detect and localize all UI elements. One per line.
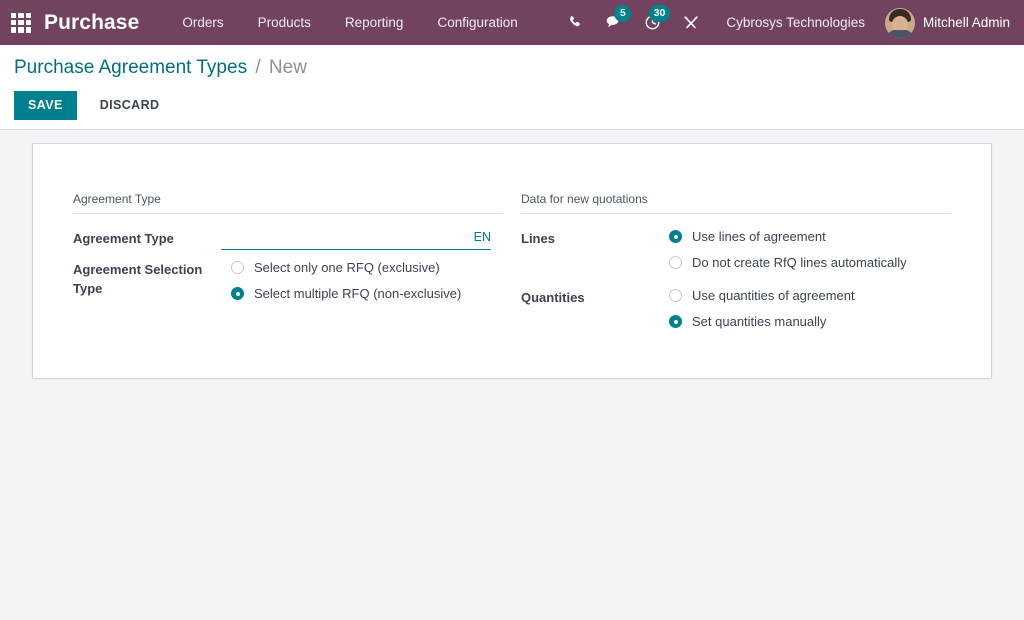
main-menu: Orders Products Reporting Configuration [165,0,534,45]
radio-mark-use-lines-of-agreement[interactable] [669,230,682,243]
radio-mark-set-quantities-manually[interactable] [669,315,682,328]
radio-option-no-auto-rfq-lines[interactable]: Do not create RfQ lines automatically [669,255,951,270]
breadcrumb-separator: / [255,57,260,78]
radio-mark-no-auto-rfq-lines[interactable] [669,256,682,269]
form-grid: Agreement Type Agreement Type EN Agreeme… [73,192,951,332]
radio-label-set-quantities-manually: Set quantities manually [692,314,826,329]
breadcrumb-item-purchase-agreement-types[interactable]: Purchase Agreement Types [14,57,247,78]
group-title-data-for-new-quotations: Data for new quotations [521,192,951,214]
radio-group-lines: Use lines of agreement Do not create RfQ… [669,226,951,270]
radio-mark-exclusive[interactable] [231,261,244,274]
radio-mark-non-exclusive[interactable] [231,287,244,300]
navbar-systray: 5 30 Cybrosys Technologies Mitchell Admi… [557,0,1010,45]
record-action-buttons: SAVE DISCARD [14,91,1024,120]
messages-badge-count: 5 [614,5,631,22]
field-quantities: Quantities Use quantities of agreement S… [521,283,951,329]
top-navbar: Purchase Orders Products Reporting Confi… [0,0,1024,45]
radio-label-no-auto-rfq-lines: Do not create RfQ lines automatically [692,255,907,270]
menu-item-orders[interactable]: Orders [165,0,240,45]
field-lines: Lines Use lines of agreement Do not crea… [521,224,951,270]
activities-clock-icon[interactable]: 30 [633,0,672,45]
breadcrumb: Purchase Agreement Types / New [14,57,1024,79]
field-label-agreement-type: Agreement Type [73,224,221,248]
menu-item-products[interactable]: Products [241,0,328,45]
user-name-label: Mitchell Admin [923,15,1010,30]
control-panel: Purchase Agreement Types / New SAVE DISC… [0,45,1024,130]
messages-icon[interactable]: 5 [594,0,633,45]
radio-group-agreement-selection-type: Select only one RFQ (exclusive) Select m… [231,257,503,301]
form-sheet-container: Agreement Type Agreement Type EN Agreeme… [0,130,1024,392]
field-label-quantities: Quantities [521,283,669,307]
user-menu[interactable]: Mitchell Admin [881,8,1010,38]
activities-badge-count: 30 [649,5,671,22]
menu-item-configuration[interactable]: Configuration [420,0,534,45]
company-switcher[interactable]: Cybrosys Technologies [710,15,881,30]
field-value-agreement-selection-type: Select only one RFQ (exclusive) Select m… [231,255,503,301]
radio-label-use-quantities-of-agreement: Use quantities of agreement [692,288,855,303]
agreement-type-input[interactable] [221,226,468,247]
radio-label-exclusive: Select only one RFQ (exclusive) [254,260,440,275]
radio-group-quantities: Use quantities of agreement Set quantiti… [669,285,951,329]
agreement-type-input-wrap: EN [221,226,491,250]
radio-option-exclusive[interactable]: Select only one RFQ (exclusive) [231,260,503,275]
group-title-agreement-type: Agreement Type [73,192,503,214]
app-brand-purchase[interactable]: Purchase [44,11,139,35]
breadcrumb-item-new: New [269,57,307,78]
discard-button[interactable]: DISCARD [86,91,174,120]
phone-icon[interactable] [557,0,594,45]
translate-lang-badge[interactable]: EN [468,230,491,244]
save-button[interactable]: SAVE [14,91,77,120]
avatar [885,8,915,38]
form-sheet: Agreement Type Agreement Type EN Agreeme… [32,143,992,379]
apps-grid-icon[interactable] [10,12,32,34]
field-value-lines: Use lines of agreement Do not create RfQ… [669,224,951,270]
field-spacer [521,273,951,283]
radio-option-non-exclusive[interactable]: Select multiple RFQ (non-exclusive) [231,286,503,301]
radio-label-use-lines-of-agreement: Use lines of agreement [692,229,826,244]
radio-option-use-lines-of-agreement[interactable]: Use lines of agreement [669,229,951,244]
radio-label-non-exclusive: Select multiple RFQ (non-exclusive) [254,286,461,301]
field-value-agreement-type: EN [221,224,503,250]
menu-item-reporting[interactable]: Reporting [328,0,421,45]
field-agreement-selection-type: Agreement Selection Type Select only one… [73,255,503,301]
form-group-agreement-type: Agreement Type Agreement Type EN Agreeme… [73,192,503,332]
radio-option-use-quantities-of-agreement[interactable]: Use quantities of agreement [669,288,951,303]
form-group-data-for-new-quotations: Data for new quotations Lines Use lines … [521,192,951,332]
radio-option-set-quantities-manually[interactable]: Set quantities manually [669,314,951,329]
radio-mark-use-quantities-of-agreement[interactable] [669,289,682,302]
field-agreement-type: Agreement Type EN [73,224,503,252]
field-value-quantities: Use quantities of agreement Set quantiti… [669,283,951,329]
debug-tools-icon[interactable] [672,0,710,45]
field-label-agreement-selection-type: Agreement Selection Type [73,255,231,298]
field-label-lines: Lines [521,224,669,248]
